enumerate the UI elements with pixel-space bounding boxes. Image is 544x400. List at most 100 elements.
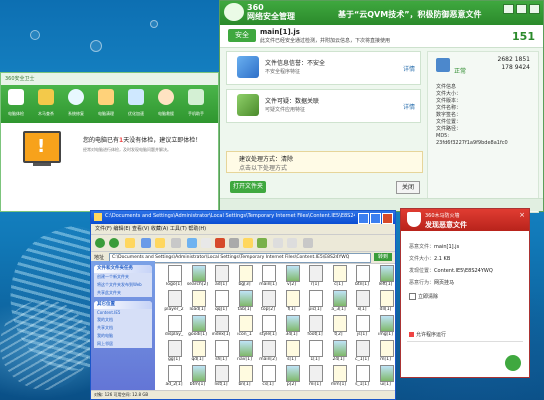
file-item[interactable]: a_3[1]	[326, 290, 352, 318]
file-item[interactable]: c_1[1]	[349, 340, 375, 368]
file-item[interactable]: tab[1]	[232, 290, 258, 318]
panel-header[interactable]: 文件和文件夹任务	[94, 265, 152, 273]
open-folder-button[interactable]: 打开文件夹	[230, 181, 266, 193]
file-item[interactable]: foot[1]	[302, 315, 328, 343]
file-item[interactable]: v[2]	[279, 265, 305, 293]
file-item[interactable]: top[2]	[255, 290, 281, 318]
file-item[interactable]: ui[1]	[373, 365, 396, 393]
file-item[interactable]: s[1]	[279, 340, 305, 368]
clean-option[interactable]: 立即清除	[409, 293, 438, 300]
file-item[interactable]: mm[1]	[326, 365, 352, 393]
close-button[interactable]	[529, 4, 540, 14]
close-icon[interactable]: ×	[519, 211, 525, 219]
minimize-button[interactable]	[358, 213, 369, 224]
task-link[interactable]: 共享此文件夹	[94, 289, 152, 297]
file-item[interactable]: gg[1]	[161, 340, 187, 368]
undo-icon[interactable]	[229, 238, 239, 248]
file-item[interactable]: c[1]	[326, 265, 352, 293]
delete-icon[interactable]	[215, 238, 225, 248]
file-item[interactable]: bn[1]	[232, 365, 258, 393]
details-link[interactable]: 详情	[403, 102, 415, 111]
file-item[interactable]: main[2]	[255, 340, 281, 368]
file-item[interactable]: left[1]	[373, 265, 396, 293]
file-item[interactable]: logo[1]	[161, 265, 187, 293]
forward-icon[interactable]	[109, 238, 119, 248]
tool-rescue[interactable]: 电脑救援	[151, 85, 181, 123]
go-button[interactable]: 转到	[374, 253, 392, 261]
close-dialog-button[interactable]: 关闭	[396, 181, 420, 194]
file-item[interactable]: index[1]	[208, 315, 234, 343]
menu-bar[interactable]: 文件(F) 编辑(E) 查看(V) 收藏(A) 工具(T) 帮助(H)	[91, 224, 395, 235]
file-item[interactable]: mi[1]	[302, 365, 328, 393]
file-item[interactable]: js[1]	[349, 315, 375, 343]
place-link[interactable]: Content.IE5	[94, 309, 152, 316]
file-item[interactable]: goodi[1]	[185, 315, 211, 343]
file-item[interactable]: icon_1	[232, 315, 258, 343]
search-icon[interactable]	[141, 238, 151, 248]
refresh-icon[interactable]	[187, 238, 197, 248]
maximize-button[interactable]	[370, 213, 381, 224]
folders-icon[interactable]	[155, 238, 165, 248]
tool-checkup[interactable]: 电脑体检	[1, 85, 31, 123]
move-icon[interactable]	[257, 238, 267, 248]
file-item[interactable]: 24[1]	[326, 340, 352, 368]
file-item[interactable]: btm[1]	[185, 365, 211, 393]
place-link[interactable]: 我的文档	[94, 316, 152, 324]
tool-trojan[interactable]: 木马查杀	[31, 85, 61, 123]
tool-clean[interactable]: 电脑清理	[91, 85, 121, 123]
file-item[interactable]: list[1]	[208, 365, 234, 393]
file-item[interactable]: qq[1]	[208, 290, 234, 318]
cut-icon[interactable]	[273, 238, 283, 248]
file-item[interactable]: r[1]	[302, 265, 328, 293]
file-item[interactable]: sh[1]	[208, 340, 234, 368]
file-item[interactable]: dll[1]	[373, 290, 396, 318]
file-item[interactable]: load[1]	[185, 290, 211, 318]
paste-icon[interactable]	[287, 238, 297, 248]
file-item[interactable]: m[1]	[373, 340, 396, 368]
file-item[interactable]: x[1]	[349, 290, 375, 318]
file-item[interactable]: img[1]	[373, 315, 396, 343]
file-item[interactable]: pic[1]	[302, 290, 328, 318]
file-item[interactable]: nav[1]	[232, 340, 258, 368]
file-item[interactable]: t[2]	[326, 315, 352, 343]
detail-line: 23fd6f3227f1a9f9bde8a1fc0	[436, 140, 508, 146]
maximize-button[interactable]	[516, 4, 527, 14]
result-item[interactable]: 文件可疑：数据关联 可疑文件应用特征 详情	[226, 89, 421, 123]
close-button[interactable]	[382, 213, 393, 224]
result-item[interactable]: 文件信息信誉：不安全 不安全程序特征 详情	[226, 51, 421, 85]
panel-header[interactable]: 其它位置	[94, 301, 152, 309]
file-item[interactable]: player_2	[161, 290, 187, 318]
file-item[interactable]: s_1[1]	[349, 365, 375, 393]
file-item[interactable]: p[2]	[279, 365, 305, 393]
copy-icon[interactable]	[201, 238, 211, 248]
file-item[interactable]: main[1]	[255, 265, 281, 293]
file-item[interactable]: style[1]	[255, 315, 281, 343]
file-item[interactable]: f[1]	[279, 290, 305, 318]
file-item[interactable]: ad[1]	[208, 265, 234, 293]
back-icon[interactable]	[95, 238, 105, 248]
file-item[interactable]: display_	[161, 315, 187, 343]
up-folder-icon[interactable]	[125, 238, 135, 248]
properties-icon[interactable]	[243, 238, 253, 248]
place-link[interactable]: 共享文档	[94, 324, 152, 332]
tool-phone[interactable]: 手机助手	[181, 85, 211, 123]
task-link[interactable]: 将这个文件夹发布到Web	[94, 281, 152, 289]
file-item[interactable]: qd[1]	[185, 340, 211, 368]
views-icon[interactable]	[171, 238, 181, 248]
file-item[interactable]: btn[1]	[349, 265, 375, 293]
minimize-button[interactable]	[503, 4, 514, 14]
tool-speedup[interactable]: 优化加速	[121, 85, 151, 123]
file-item[interactable]: bg[3]	[232, 265, 258, 293]
task-link[interactable]: 创建一个新文件夹	[94, 273, 152, 281]
file-item[interactable]: 34[1]	[279, 315, 305, 343]
allow-option[interactable]: 允许程序运行	[409, 331, 446, 338]
file-item[interactable]: search[2]	[185, 265, 211, 293]
file-item[interactable]: cs[1]	[255, 365, 281, 393]
tool-repair[interactable]: 系统修复	[61, 85, 91, 123]
place-link[interactable]: 我的电脑	[94, 332, 152, 340]
details-link[interactable]: 详情	[403, 64, 415, 73]
file-item[interactable]: ad_2[1]	[161, 365, 187, 393]
place-link[interactable]: 网上邻居	[94, 340, 152, 348]
views-dropdown-icon[interactable]	[303, 238, 313, 248]
file-item[interactable]: 1[1]	[302, 340, 328, 368]
